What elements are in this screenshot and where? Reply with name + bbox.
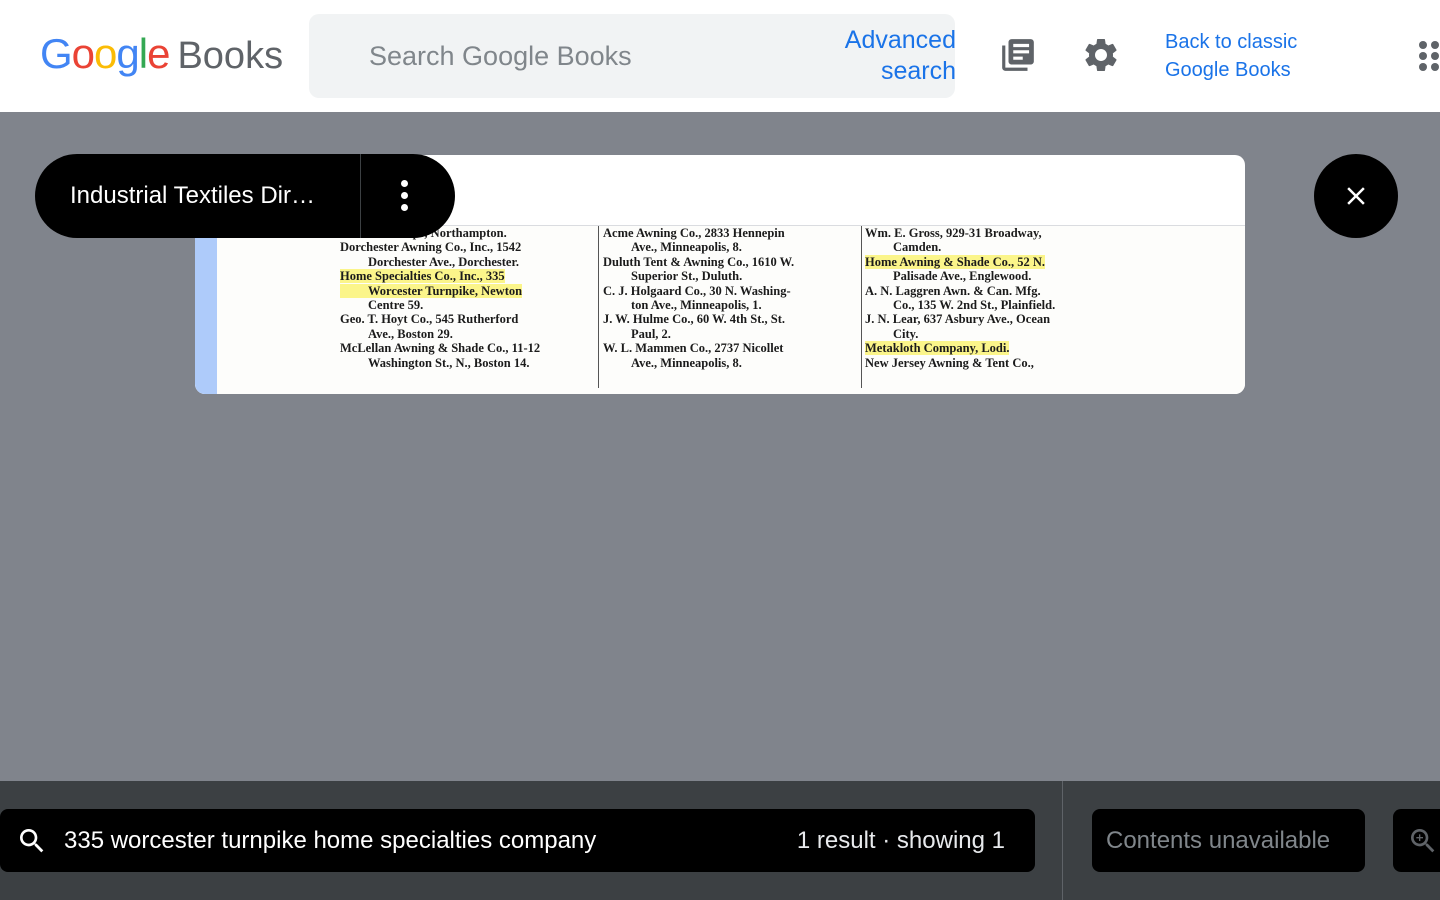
logo-letter-l: l (138, 30, 148, 77)
classic-link-line2: Google Books (1165, 59, 1291, 81)
page-entry: W. L. Mammen Co., 2737 Nicollet Ave., Min… (603, 341, 784, 370)
search-query: 335 worcester turnpike home specialties … (64, 827, 597, 854)
contents-button[interactable]: Contents unavailable (1092, 809, 1365, 872)
close-button[interactable] (1314, 154, 1398, 238)
advanced-search-line1: Advanced (844, 26, 956, 54)
logo-letter-o: o (71, 30, 95, 77)
page-scan: Chilson's Shops, Northampton. Dorchester… (195, 226, 1245, 394)
book-title-bar: Industrial Textiles Dir… (35, 154, 455, 238)
page-entry-highlighted: Home Specialties Co., Inc., 335 Worcester… (340, 269, 523, 313)
title-bar-divider (360, 154, 361, 238)
page-entry: Wm. E. Gross, 929-31 Broadway, Camden. (865, 226, 1042, 255)
logo-letter-g: g (116, 30, 139, 77)
page-entry: Duluth Tent & Awning Co., 1610 W. Superio… (603, 254, 795, 284)
library-icon[interactable] (997, 34, 1039, 76)
apps-icon[interactable] (1415, 38, 1440, 72)
page-entry: Acme Awning Co., 2833 Hennepin Ave., Minn… (603, 226, 785, 255)
close-icon (1347, 187, 1365, 205)
page-entry-highlighted: Metakloth Company, Lodi. (865, 341, 1010, 356)
page-entry-highlighted: Home Awning & Shade Co., 52 N. Palisade A… (865, 254, 1045, 284)
zoom-in-button[interactable] (1393, 809, 1440, 872)
top-header: Google Books Advanced search Back to cla… (0, 0, 1440, 112)
logo-letter-e: e (147, 30, 170, 77)
search-in-book-bar[interactable]: 335 worcester turnpike home specialties … (0, 809, 1035, 872)
page-entry: J. N. Lear, 637 Asbury Ave., Ocean City. (865, 312, 1051, 341)
search-icon[interactable] (16, 825, 48, 862)
advanced-search-link[interactable]: Advanced search (800, 25, 956, 87)
page-entry: A. N. Laggren Awn. & Can. Mfg. Co., 135 W… (865, 283, 1056, 313)
page-column-3: Wm. E. Gross, 929-31 Broadway, Camden. Ho… (865, 226, 1120, 394)
page-entry: Geo. T. Hoyt Co., 545 Rutherford Ave., Bo… (340, 312, 519, 341)
page-edge-marker (195, 226, 217, 394)
zoom-in-icon (1411, 829, 1435, 853)
page-column-1: Chilson's Shops, Northampton. Dorchester… (340, 226, 595, 394)
column-rule (861, 226, 862, 388)
column-rule (598, 226, 599, 388)
page-entry: J. W. Hulme Co., 60 W. 4th St., St. Paul,… (603, 312, 785, 341)
page-column-2: Acme Awning Co., 2833 Hennepin Ave., Minn… (603, 226, 858, 394)
logo-letter-o: o (94, 30, 117, 77)
back-to-classic-link[interactable]: Back to classic Google Books (1165, 28, 1297, 84)
logo-books-text: Books (177, 35, 284, 77)
page-entry: Dorchester Awning Co., Inc., 1542 Dorches… (340, 240, 522, 269)
bottom-bar-divider (1062, 781, 1063, 900)
page-entry: McLellan Awning & Shade Co., 11-12 Washin… (340, 341, 541, 370)
classic-link-line1: Back to classic (1165, 31, 1298, 53)
logo-letter-g: G (40, 30, 73, 77)
book-title[interactable]: Industrial Textiles Dir… (70, 182, 360, 210)
result-count: 1 result · showing 1 (796, 827, 1005, 854)
page-entry: C. J. Holgaard Co., 30 N. Washing-ton Av… (603, 283, 791, 313)
more-vert-icon[interactable] (390, 176, 420, 216)
search-input[interactable] (369, 34, 809, 78)
google-books-logo[interactable]: Google Books (40, 30, 283, 78)
bottom-toolbar: 335 worcester turnpike home specialties … (0, 781, 1440, 900)
advanced-search-line2: search (880, 57, 956, 85)
page-entry: New Jersey Awning & Tent Co., (865, 355, 1034, 370)
settings-icon[interactable] (1080, 34, 1122, 76)
